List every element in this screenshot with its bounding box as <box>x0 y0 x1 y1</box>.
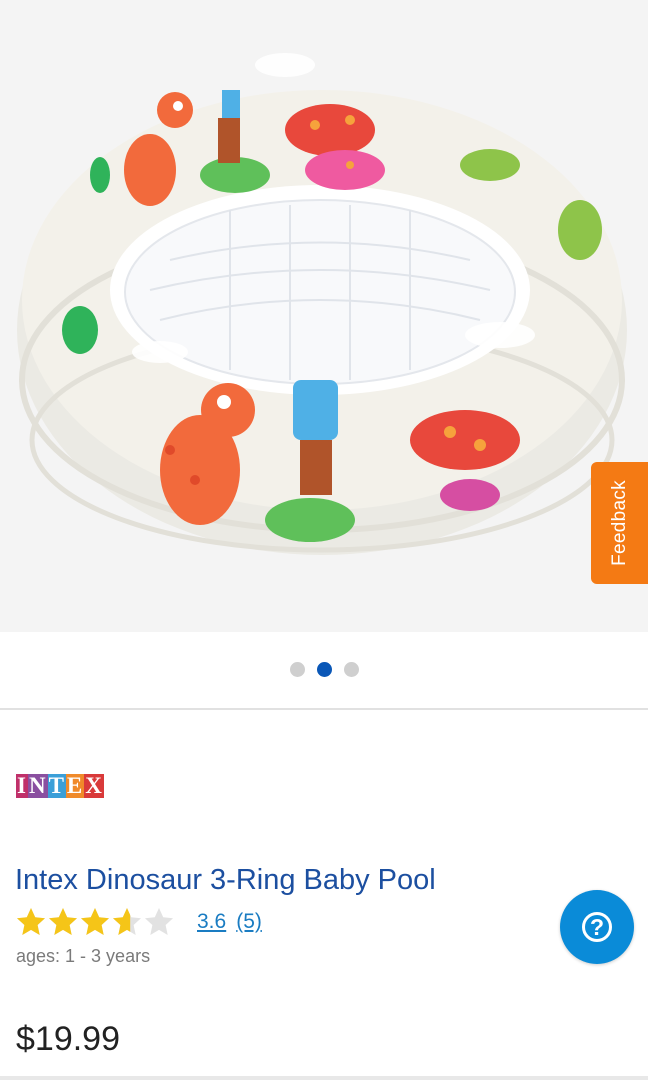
bottom-divider <box>0 1076 648 1080</box>
brand-letter: N <box>27 773 48 798</box>
brand-letter: I <box>16 773 28 798</box>
product-image-gallery[interactable] <box>0 0 648 632</box>
product-price: $19.99 <box>16 1020 120 1058</box>
star-icon <box>145 908 173 935</box>
dino-decor-red <box>285 104 375 156</box>
dino-decor-red-front <box>410 410 520 470</box>
carousel-dots <box>0 662 648 677</box>
product-title: Intex Dinosaur 3-Ring Baby Pool <box>15 864 436 896</box>
rating-count-link[interactable]: (5) <box>236 910 262 934</box>
star-icon <box>49 908 77 935</box>
carousel-dot-3[interactable] <box>343 662 359 677</box>
rating-row: 3.6 (5) <box>15 906 262 938</box>
carousel-dot-1[interactable] <box>289 662 305 677</box>
dino-decor-pink <box>305 150 385 190</box>
brand-letter: X <box>84 773 104 798</box>
carousel-dot-2[interactable] <box>316 662 332 677</box>
star-icon <box>81 908 109 935</box>
dino-decor-purple <box>440 479 500 511</box>
age-range: ages: 1 - 3 years <box>16 946 151 966</box>
pool-photo <box>0 0 648 632</box>
feedback-tab[interactable]: Feedback <box>591 462 648 584</box>
question-icon: ? <box>582 912 612 942</box>
help-button[interactable]: ? <box>560 890 634 964</box>
star-icon <box>17 908 45 935</box>
rating-value-link[interactable]: 3.6 <box>197 910 226 934</box>
feedback-label: Feedback <box>608 480 630 566</box>
section-divider <box>0 708 648 710</box>
brand-logo[interactable]: I N T E X <box>16 774 104 798</box>
star-icon <box>113 908 141 935</box>
brand-letter: E <box>65 773 85 798</box>
brand-letter: T <box>47 773 66 798</box>
star-rating <box>15 906 175 938</box>
